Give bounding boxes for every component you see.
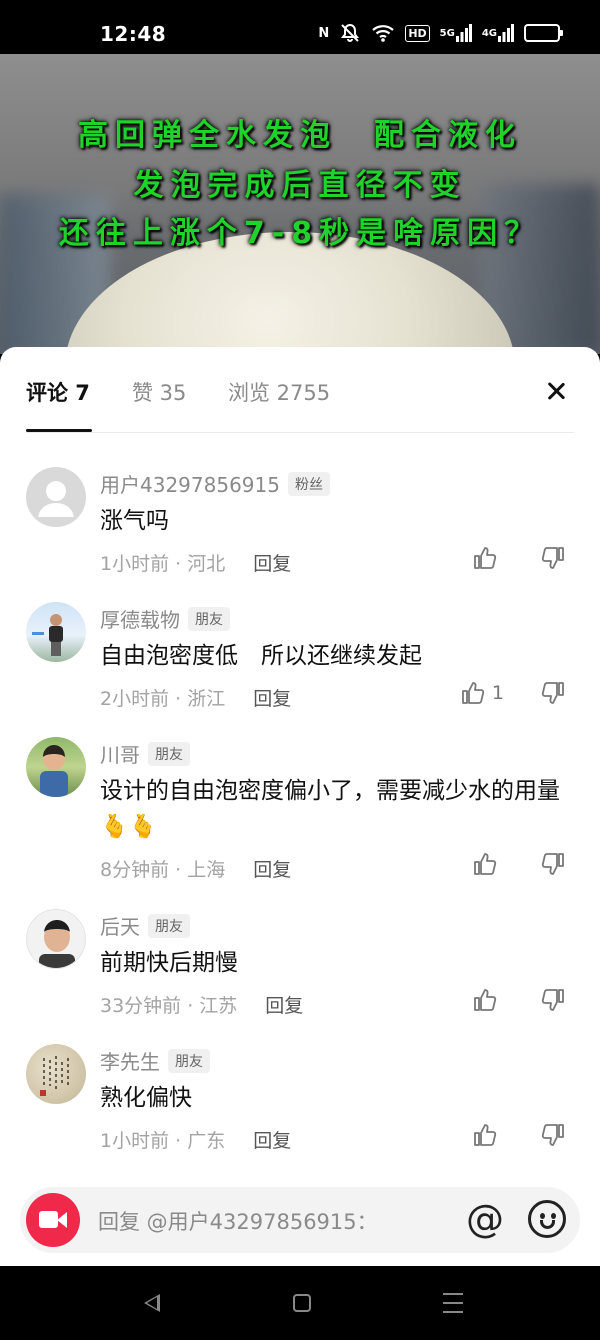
signal-4g-icon: 4G (482, 20, 514, 46)
reply-input[interactable]: 回复 @用户43297856915： (98, 1206, 378, 1236)
comments-sheet: 评论 7 赞 35 浏览 2755 用户43297856915 粉丝 涨气吗 1… (0, 347, 600, 1266)
active-tab-indicator (26, 429, 92, 432)
thumbs-down-icon (541, 682, 564, 704)
comment-meta: 2小时前 · 浙江 回复 (100, 684, 291, 711)
tab-views[interactable]: 浏览 2755 (228, 377, 330, 407)
reply-button[interactable]: 回复 (265, 991, 303, 1018)
relation-badge: 朋友 (148, 741, 190, 766)
comment-meta: 33分钟前 · 江苏 回复 (100, 991, 303, 1018)
avatar[interactable] (26, 909, 86, 969)
thumbs-up-icon (474, 853, 497, 875)
comment-header: 用户43297856915 粉丝 (100, 469, 330, 498)
relation-badge: 粉丝 (287, 471, 330, 496)
nfc-icon: N (318, 25, 330, 41)
reply-button[interactable]: 回复 (253, 549, 291, 576)
comment-time-location: 1小时前 · 河北 (100, 553, 226, 575)
home-icon[interactable] (293, 1294, 311, 1312)
comment-text[interactable]: 涨气吗 (100, 503, 570, 539)
thumbs-up-icon (462, 682, 485, 704)
avatar[interactable] (26, 1044, 86, 1104)
system-nav-bar (0, 1266, 600, 1340)
camera-icon (39, 1211, 58, 1228)
comment-text[interactable]: 熟化偏快 (100, 1080, 570, 1116)
comment-meta: 1小时前 · 河北 回复 (100, 549, 291, 576)
thumbs-up-icon (474, 547, 497, 569)
video-caption-line: 发泡完成后直径不变 (133, 168, 467, 203)
comment-text[interactable]: 自由泡密度低 所以还继续发起 (100, 638, 570, 674)
avatar[interactable] (26, 467, 86, 527)
relation-badge: 朋友 (188, 606, 230, 631)
video-player[interactable]: 高回弹全水发泡 配合液化 发泡完成后直径不变 还往上涨个7-8秒是啥原因？ (0, 54, 600, 354)
reply-button[interactable]: 回复 (253, 684, 291, 711)
dislike-button[interactable] (540, 851, 566, 881)
username[interactable]: 用户43297856915 (100, 469, 280, 498)
relation-badge: 朋友 (168, 1048, 210, 1073)
username[interactable]: 后天 (100, 911, 140, 940)
comment-text[interactable]: 前期快后期慢 (100, 945, 570, 981)
signal-5g-icon: 5G (440, 20, 472, 46)
comment-time-location: 33分钟前 · 江苏 (100, 995, 238, 1017)
tab-likes[interactable]: 赞 35 (132, 377, 186, 407)
like-button[interactable]: 1 (460, 680, 504, 706)
tab-comments[interactable]: 评论 7 (26, 377, 90, 407)
dislike-button[interactable] (540, 680, 566, 710)
emoji-icon[interactable] (528, 1200, 566, 1238)
reply-button[interactable]: 回复 (253, 855, 291, 882)
mention-icon[interactable]: @ (466, 1197, 504, 1241)
username[interactable]: 厚德载物 (100, 604, 180, 633)
like-button[interactable] (472, 987, 504, 1013)
status-time: 12:48 (100, 22, 167, 46)
thumbs-down-icon (541, 853, 564, 875)
video-caption-line: 高回弹全水发泡 配合液化 (78, 118, 522, 153)
sheet-tabs: 评论 7 赞 35 浏览 2755 (26, 347, 574, 433)
comment-time-location: 8分钟前 · 上海 (100, 859, 226, 881)
battery-icon (524, 24, 563, 42)
back-icon[interactable] (144, 1294, 160, 1312)
reply-input-bar[interactable]: 回复 @用户43297856915： @ (20, 1187, 580, 1253)
video-caption-line: 还往上涨个7-8秒是啥原因？ (58, 216, 542, 251)
like-button[interactable] (472, 1122, 504, 1148)
comment-header: 厚德载物 朋友 (100, 604, 230, 633)
status-icons: N HD 5G 4G (318, 20, 563, 46)
thumbs-down-icon (541, 989, 564, 1011)
avatar[interactable] (26, 602, 86, 662)
camera-button[interactable] (26, 1193, 80, 1247)
like-count: 1 (491, 682, 504, 704)
comment-header: 川哥 朋友 (100, 739, 190, 768)
comment-time-location: 2小时前 · 浙江 (100, 688, 226, 710)
mute-icon (339, 20, 361, 46)
like-button[interactable] (472, 851, 504, 877)
close-icon[interactable] (538, 373, 574, 409)
dislike-button[interactable] (540, 1122, 566, 1152)
status-bar: 12:48 N HD 5G 4G (0, 0, 600, 54)
reply-button[interactable]: 回复 (253, 1126, 291, 1153)
dislike-button[interactable] (540, 987, 566, 1017)
menu-icon[interactable] (443, 1293, 463, 1313)
thumbs-down-icon (541, 1124, 564, 1146)
comment-header: 后天 朋友 (100, 911, 190, 940)
relation-badge: 朋友 (148, 913, 190, 938)
thumbs-down-icon (541, 547, 564, 569)
thumbs-up-icon (474, 1124, 497, 1146)
avatar[interactable] (26, 737, 86, 797)
comment-time-location: 1小时前 · 广东 (100, 1130, 226, 1152)
comment-meta: 8分钟前 · 上海 回复 (100, 855, 291, 882)
hd-icon: HD (405, 24, 430, 42)
thumbs-up-icon (474, 989, 497, 1011)
comment-text[interactable]: 设计的自由泡密度偏小了，需要减少水的用量🫰🫰 (100, 773, 570, 845)
comment-meta: 1小时前 · 广东 回复 (100, 1126, 291, 1153)
username[interactable]: 川哥 (100, 739, 140, 768)
username[interactable]: 李先生 (100, 1046, 160, 1075)
like-button[interactable] (472, 545, 504, 571)
comment-header: 李先生 朋友 (100, 1046, 210, 1075)
dislike-button[interactable] (540, 545, 566, 575)
wifi-icon (371, 20, 395, 46)
